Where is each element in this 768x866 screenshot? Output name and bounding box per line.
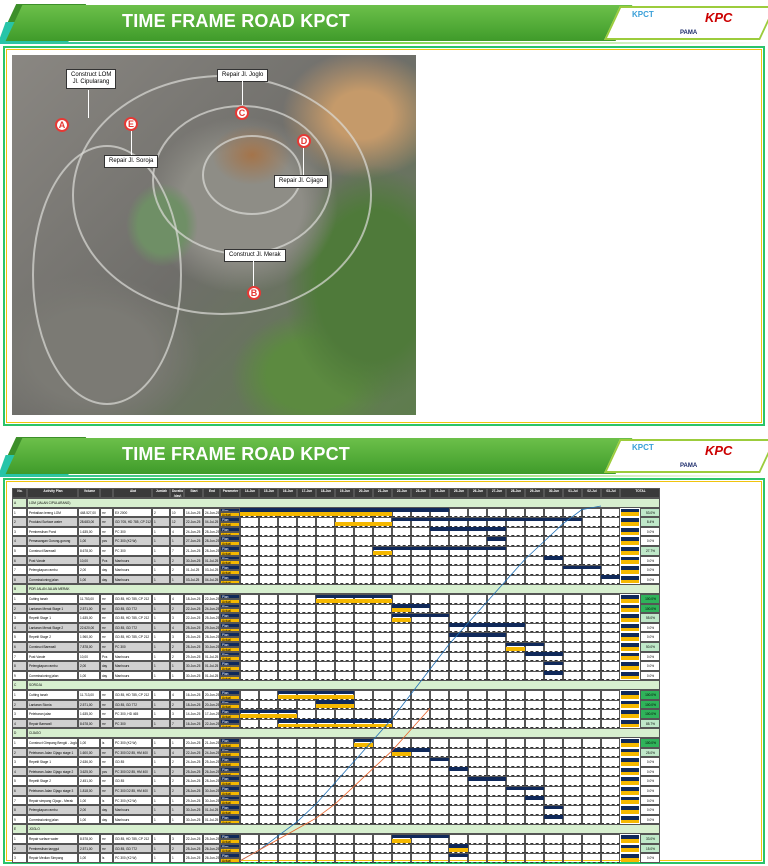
site-map[interactable]: Construct LOM Jl. Cipularang Repair Jl. … bbox=[12, 55, 416, 415]
label-construct-merak: Construct Jl. Merak bbox=[224, 249, 286, 262]
marker-d[interactable]: D bbox=[297, 134, 311, 148]
logo-pama: PAMA bbox=[680, 463, 698, 469]
page-title: TIME FRAME ROAD KPCT bbox=[122, 11, 350, 31]
label-repair-soroja: Repair Jl. Soroja bbox=[104, 155, 159, 168]
s-curve bbox=[239, 505, 602, 862]
logo-pama: PAMA bbox=[680, 30, 698, 36]
actual-s-curve bbox=[239, 707, 431, 862]
marker-b[interactable]: B bbox=[247, 286, 261, 300]
label-construct-lom: Construct LOM Jl. Cipularang bbox=[66, 69, 116, 89]
marker-a[interactable]: A bbox=[55, 118, 69, 132]
logo-kpc: KPC bbox=[705, 10, 733, 25]
label-repair-cijago: Repair Jl. Cijago bbox=[274, 175, 329, 188]
logo-kpc: KPC bbox=[705, 443, 733, 458]
marker-e[interactable]: E bbox=[124, 117, 138, 131]
gantt-table: No. Activity Plan Volume Alat Jumlah Duration… bbox=[12, 488, 660, 863]
page-title-2: TIME FRAME ROAD KPCT bbox=[122, 444, 350, 464]
header-banner-2: TIME FRAME ROAD KPCT KPCT PAMA KPC bbox=[0, 433, 768, 477]
marker-c[interactable]: C bbox=[235, 106, 249, 120]
header-banner: TIME FRAME ROAD KPCT KPCT PAMA KPC bbox=[0, 0, 768, 44]
logo-kpct: KPCT bbox=[632, 10, 654, 19]
plan-s-curve bbox=[239, 505, 602, 862]
logo-kpct: KPCT bbox=[632, 443, 654, 452]
